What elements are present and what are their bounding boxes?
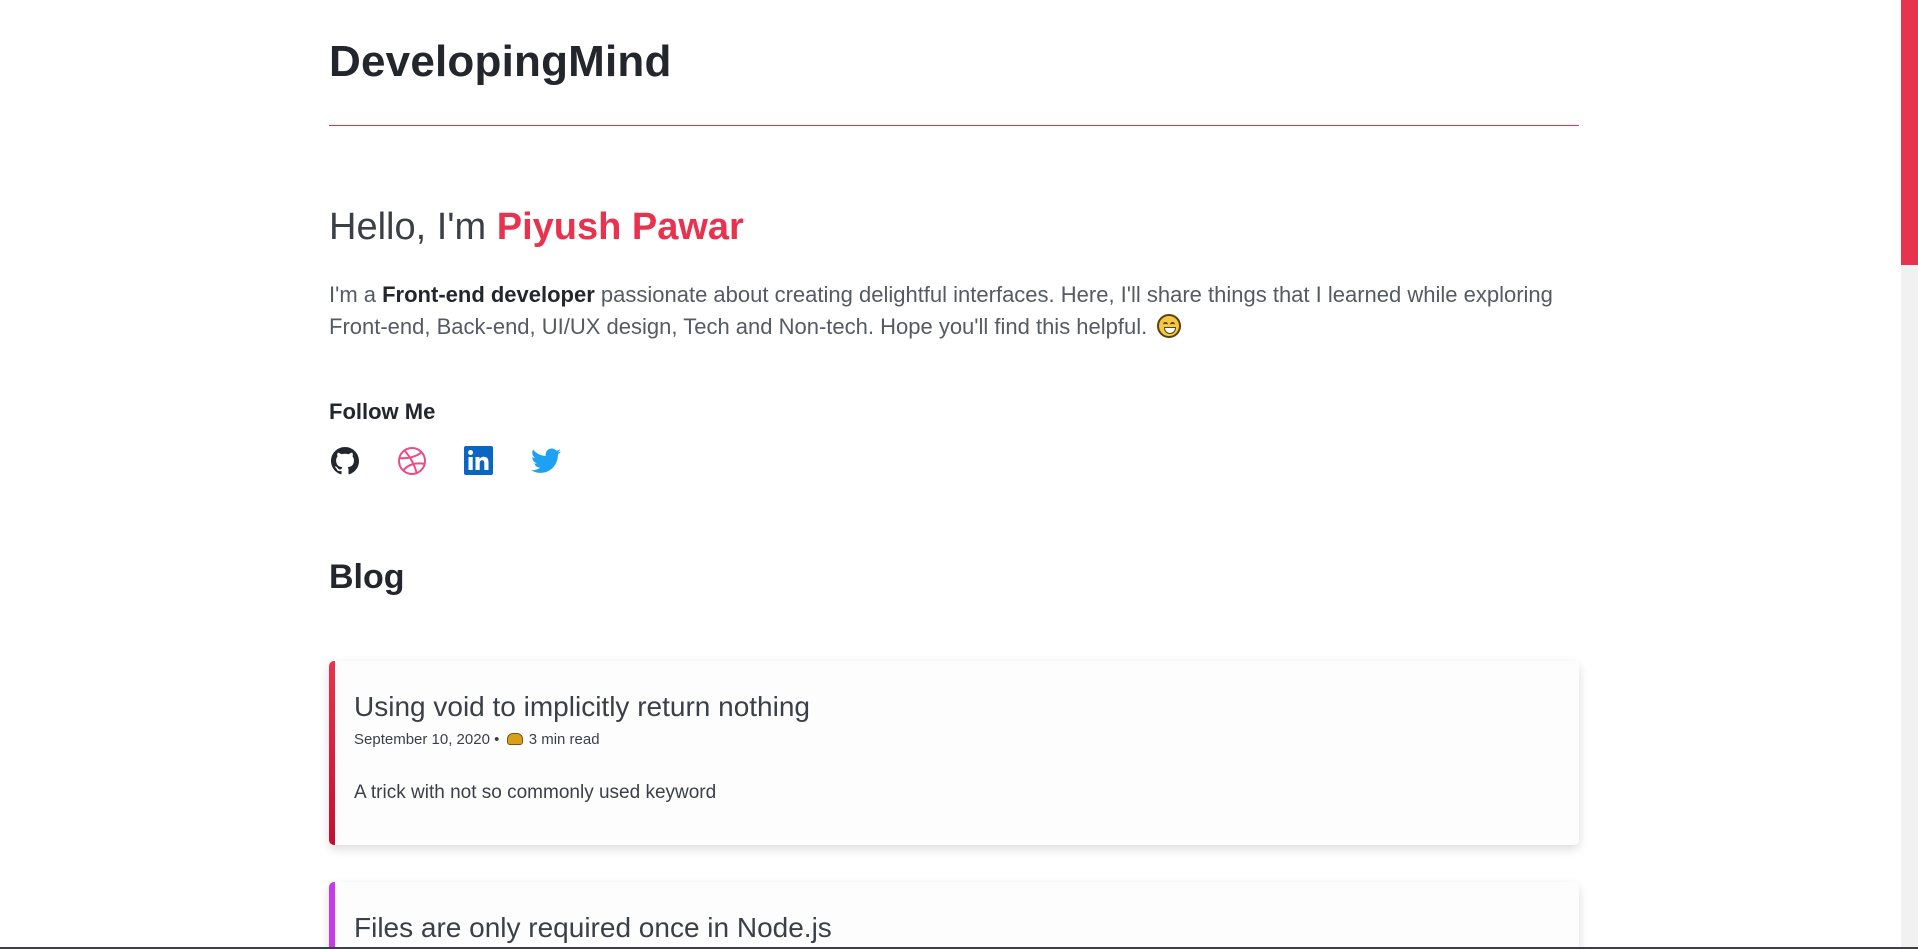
blog-post-card[interactable]: Files are only required once in Node.js: [329, 882, 1579, 949]
hero-heading: Hello, I'm Piyush Pawar: [329, 203, 1579, 251]
coffee-icon: [506, 733, 523, 745]
scrollbar-track[interactable]: [1901, 0, 1918, 949]
site-header: DevelopingMind: [329, 0, 1579, 126]
post-description: A trick with not so commonly used keywor…: [354, 782, 717, 803]
dribbble-icon: [397, 446, 426, 475]
post-meta: September 10, 2020 • 3 min read: [354, 731, 600, 748]
dribbble-link[interactable]: [396, 445, 427, 476]
intro-paragraph: I'm a Front-end developer passionate abo…: [329, 279, 1559, 343]
smile-emoji-icon: [1157, 314, 1182, 338]
blog-heading: Blog: [329, 558, 405, 596]
post-accent-bar: [329, 661, 335, 845]
github-icon: [330, 446, 359, 474]
post-read-time: 3 min read: [528, 731, 600, 748]
blog-post-card[interactable]: Using void to implicitly return nothing …: [329, 661, 1579, 845]
post-date: September 10, 2020: [354, 731, 490, 748]
main-container: DevelopingMind Hello, I'm Piyush Pawar I…: [329, 0, 1579, 949]
hero-name: Piyush Pawar: [496, 206, 744, 248]
linkedin-link[interactable]: [463, 445, 494, 476]
post-accent-bar: [329, 882, 335, 949]
twitter-link[interactable]: [530, 445, 561, 476]
follow-heading: Follow Me: [329, 399, 436, 424]
github-link[interactable]: [329, 445, 360, 476]
post-title[interactable]: Files are only required once in Node.js: [354, 910, 1555, 946]
post-title[interactable]: Using void to implicitly return nothing: [354, 689, 1555, 725]
intro-before: I'm a: [329, 282, 383, 307]
twitter-icon: [530, 448, 561, 473]
social-links: [329, 445, 1579, 476]
intro-bold: Front-end developer: [382, 282, 595, 307]
linkedin-icon: [464, 446, 493, 475]
hero-greeting: Hello, I'm: [329, 206, 497, 248]
site-title[interactable]: DevelopingMind: [329, 0, 1579, 88]
page: DevelopingMind Hello, I'm Piyush Pawar I…: [0, 0, 1918, 949]
scrollbar-thumb[interactable]: [1901, 0, 1918, 265]
